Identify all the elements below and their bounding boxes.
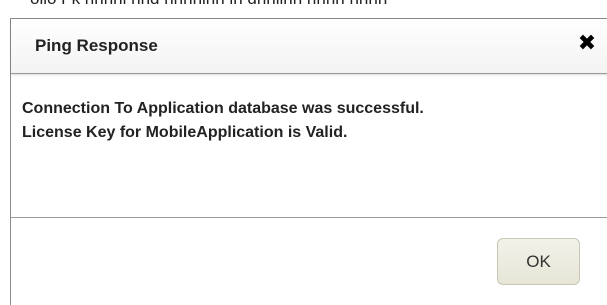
ok-button[interactable]: OK [497, 238, 580, 285]
page: ollo Fk nnhnl nnd nnnnlnn ln dnnllnn nnn… [0, 0, 607, 305]
dialog-title: Ping Response [35, 36, 158, 55]
background-partial-text: ollo Fk nnhnl nnd nnnnlnn ln dnnllnn nnn… [30, 0, 387, 9]
ping-response-dialog: Ping Response ✖ Connection To Applicatio… [10, 18, 607, 305]
message-connection: Connection To Application database was s… [22, 100, 424, 117]
dialog-body: Connection To Application database was s… [11, 74, 607, 217]
dialog-titlebar: Ping Response ✖ [11, 19, 607, 74]
close-icon[interactable]: ✖ [575, 30, 599, 55]
message-license: License Key for MobileApplication is Val… [22, 124, 348, 141]
footer-divider [11, 217, 607, 218]
